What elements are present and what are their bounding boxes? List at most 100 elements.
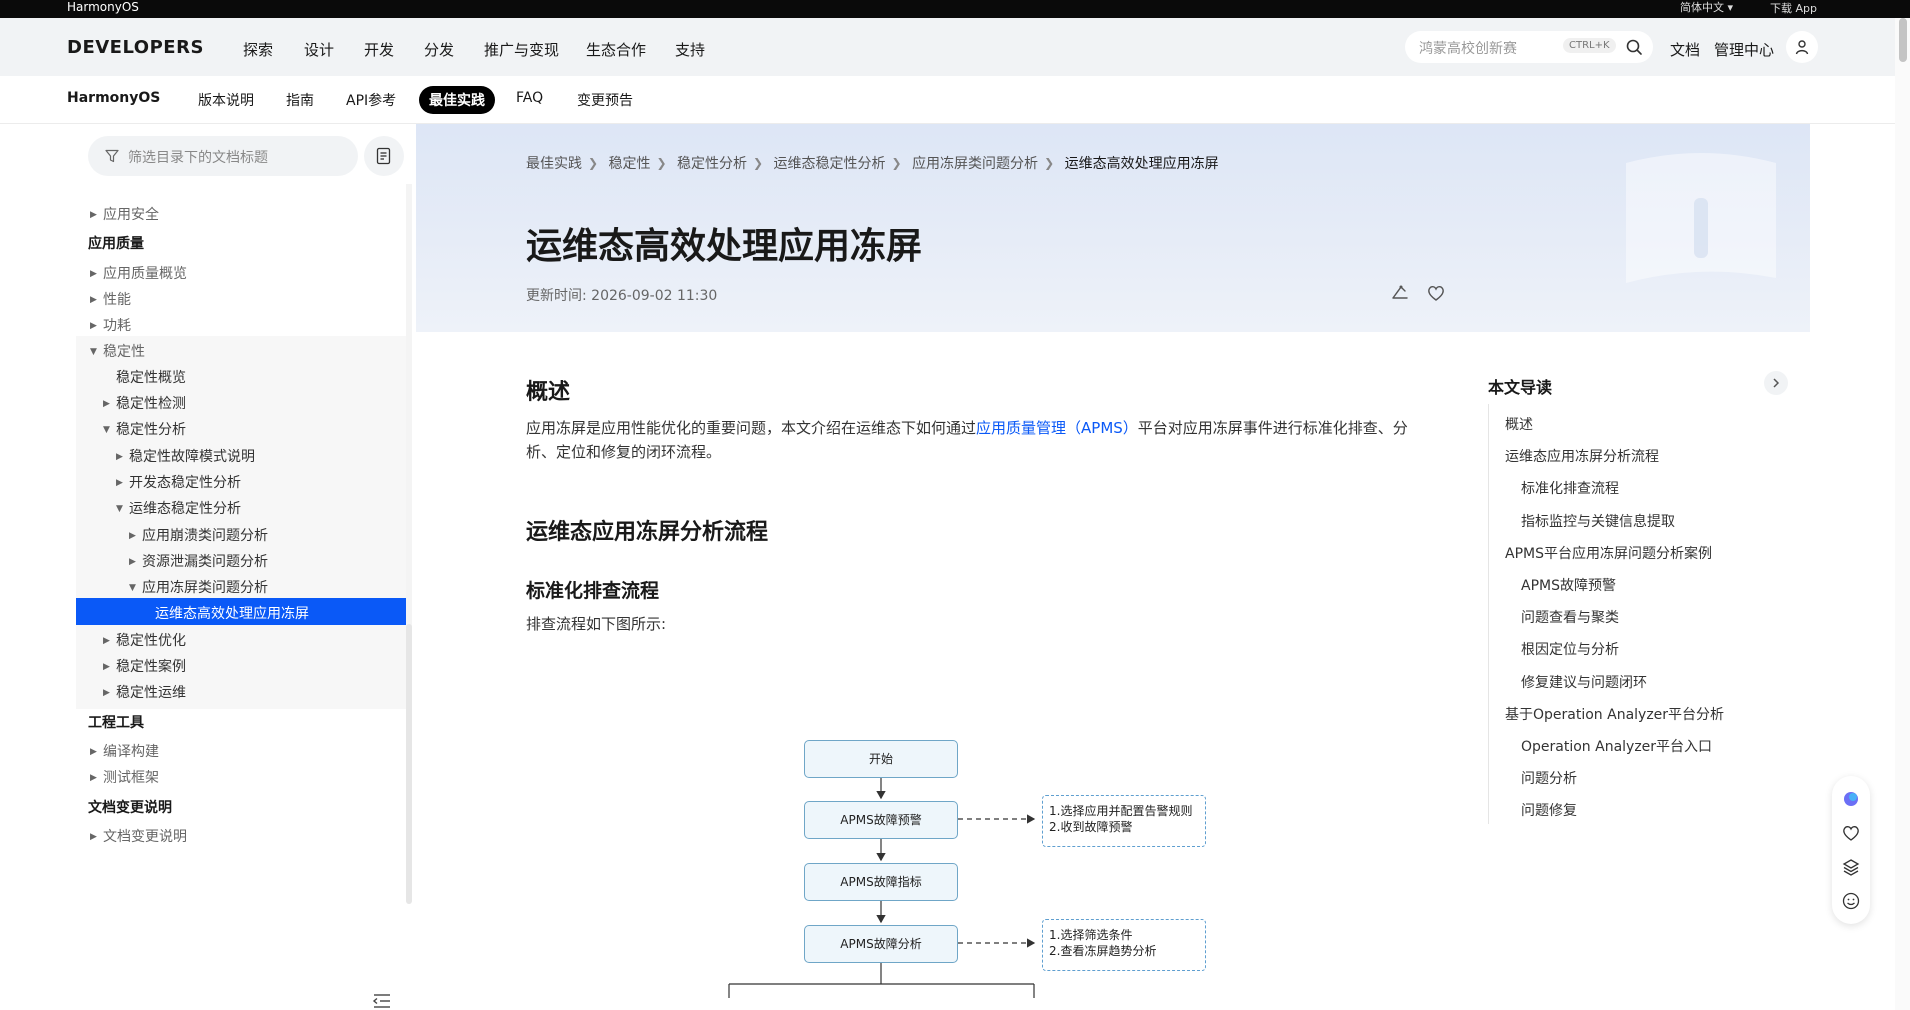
caret-right-icon[interactable]: ▶: [90, 199, 97, 231]
nav-item-design[interactable]: 设计: [304, 39, 334, 60]
flow-node-start: 开始: [804, 740, 958, 778]
sidebar-filter[interactable]: 筛选目录下的文档标题: [88, 136, 358, 176]
flow-intro-text: 排查流程如下图所示:: [526, 615, 667, 633]
sidebar-item-label: 文档变更说明: [103, 829, 187, 845]
troubleshooting-flowchart: 开始 APMS故障预警 APMS故障指标 APMS故障分析 1.选择应用并配置告…: [720, 730, 1220, 1010]
updated-time: 更新时间: 2026-09-02 11:30: [526, 288, 718, 304]
toc-item[interactable]: 基于Operation Analyzer平台分析: [1505, 704, 1724, 724]
overview-text: 应用冻屏是应用性能优化的重要问题，本文介绍在运维态下如何通过: [526, 419, 977, 437]
toc-item[interactable]: 修复建议与问题闭环: [1521, 672, 1647, 692]
product-subnav: HarmonyOS 版本说明 指南 API参考 最佳实践 FAQ 变更预告: [0, 76, 1895, 124]
sidebar-item[interactable]: ▶ 稳定性运维: [76, 677, 406, 709]
developers-logo[interactable]: DEVELOPERS: [67, 37, 204, 58]
toc-mode-button[interactable]: [364, 136, 404, 176]
page-scrollbar[interactable]: [1895, 18, 1910, 1010]
flow-note-line: 1.选择筛选条件: [1049, 928, 1133, 942]
sidebar-item-label: 稳定性运维: [116, 685, 186, 701]
sidebar-scrollbar[interactable]: [406, 184, 412, 904]
nav-item-explore[interactable]: 探索: [243, 39, 273, 60]
caret-right-icon[interactable]: ▶: [90, 762, 97, 794]
download-app-link[interactable]: 下载 App: [1770, 2, 1817, 16]
toc-title: 本文导读: [1488, 378, 1553, 397]
nav-item-support[interactable]: 支持: [675, 39, 705, 60]
toc-item[interactable]: 根因定位与分析: [1521, 639, 1619, 659]
page-title: 运维态高效处理应用冻屏: [526, 226, 923, 267]
harmonyos-brand[interactable]: HarmonyOS: [67, 0, 139, 14]
user-icon: [1795, 40, 1809, 55]
toc-toggle-button[interactable]: [1764, 371, 1788, 395]
collapse-sidebar-icon[interactable]: [372, 992, 392, 1010]
document-list-icon: [376, 147, 391, 165]
filter-input[interactable]: 筛选目录下的文档标题: [128, 147, 268, 167]
toc-item[interactable]: 问题修复: [1521, 800, 1577, 820]
search-input[interactable]: 鸿蒙高校创新赛: [1419, 38, 1517, 58]
toc-item[interactable]: APMS平台应用冻屏问题分析案例: [1505, 543, 1712, 563]
breadcrumb-item[interactable]: 运维态稳定性分析: [774, 153, 886, 173]
search-shortcut: CTRL+K: [1563, 38, 1616, 53]
nav-item-develop[interactable]: 开发: [364, 39, 394, 60]
search-box[interactable]: 鸿蒙高校创新赛 CTRL+K: [1405, 31, 1653, 63]
overview-heading: 概述: [526, 380, 571, 405]
sidebar-item-label: 测试框架: [103, 770, 159, 786]
breadcrumb-item[interactable]: 最佳实践: [526, 153, 582, 173]
toc-item[interactable]: APMS故障预警: [1521, 575, 1616, 595]
docs-link[interactable]: 文档: [1670, 39, 1700, 60]
apms-link[interactable]: 应用质量管理（APMS）: [976, 419, 1138, 437]
nav-item-ecosystem[interactable]: 生态合作: [586, 39, 646, 60]
toc-item[interactable]: Operation Analyzer平台入口: [1521, 736, 1712, 756]
overview-paragraph: 应用冻屏是应用性能优化的重要问题，本文介绍在运维态下如何通过应用质量管理（APM…: [526, 416, 1426, 464]
search-icon[interactable]: [1625, 38, 1643, 56]
feedback-heart-icon[interactable]: [1842, 824, 1860, 842]
tab-release-notes[interactable]: 版本说明: [198, 90, 254, 110]
sidebar-item[interactable]: ▶ 文档变更说明: [76, 821, 406, 853]
breadcrumb-current: 运维态高效处理应用冻屏: [1064, 156, 1219, 172]
sidebar-item[interactable]: ▶ 应用安全: [76, 199, 406, 231]
breadcrumb: 最佳实践 ❯ 稳定性 ❯ 稳定性分析 ❯ 运维态稳定性分析 ❯ 应用冻屏类问题分析 ❯ 运…: [526, 153, 1219, 173]
breadcrumb-item[interactable]: 应用冻屏类问题分析: [912, 153, 1038, 173]
caret-right-icon[interactable]: ▶: [90, 821, 97, 853]
share-icon[interactable]: [1390, 283, 1410, 303]
toc-item[interactable]: 问题分析: [1521, 768, 1577, 788]
console-link[interactable]: 管理中心: [1714, 39, 1774, 60]
smile-feedback-icon[interactable]: [1842, 892, 1860, 910]
product-name[interactable]: HarmonyOS: [67, 90, 160, 106]
user-avatar-button[interactable]: [1786, 31, 1818, 63]
top-bar: HarmonyOS 简体中文 ▾ 下载 App: [0, 0, 1910, 18]
toc-item[interactable]: 概述: [1505, 414, 1533, 434]
book-illustration-icon: [1626, 153, 1776, 283]
standard-flow-heading: 标准化排查流程: [526, 580, 660, 602]
toc-item[interactable]: 问题查看与聚类: [1521, 607, 1619, 627]
tab-api-reference[interactable]: API参考: [346, 90, 396, 110]
sidebar-item-label: 文档变更说明: [88, 800, 172, 816]
sidebar-section-heading[interactable]: 工程工具: [76, 707, 406, 739]
toc-rail: [1488, 404, 1489, 824]
article-header: 最佳实践 ❯ 稳定性 ❯ 稳定性分析 ❯ 运维态稳定性分析 ❯ 应用冻屏类问题分析 ❯ 运…: [416, 124, 1810, 332]
breadcrumb-item[interactable]: 稳定性分析: [677, 153, 747, 173]
doc-sidebar: 筛选目录下的文档标题 ▶ 应用安全 应用质量 ▶ 应用质量概览 ▶ 性能 ▶ 功耗 ▼ 稳定性 稳定性…: [76, 124, 416, 1010]
caret-right-icon[interactable]: ▶: [103, 677, 110, 709]
language-switcher[interactable]: 简体中文 ▾: [1680, 1, 1733, 15]
chevron-right-icon: [1773, 378, 1780, 388]
flow-note-line: 2.收到故障预警: [1049, 820, 1133, 834]
flow-note-alert: 1.选择应用并配置告警规则 2.收到故障预警: [1042, 795, 1206, 847]
sidebar-item-label: 工程工具: [88, 715, 144, 731]
tab-faq[interactable]: FAQ: [516, 90, 543, 106]
filter-icon: [105, 149, 119, 163]
flow-note-line: 2.查看冻屏趋势分析: [1049, 944, 1157, 958]
ai-assistant-icon[interactable]: [1842, 790, 1860, 808]
favorite-heart-icon[interactable]: [1426, 283, 1446, 303]
breadcrumb-item[interactable]: 稳定性: [609, 153, 651, 173]
toc-item[interactable]: 标准化排查流程: [1521, 478, 1619, 498]
layers-icon[interactable]: [1842, 858, 1860, 876]
nav-item-promotion[interactable]: 推广与变现: [484, 39, 559, 60]
sidebar-item[interactable]: ▶ 测试框架: [76, 762, 406, 794]
sidebar-section-heading[interactable]: 应用质量: [76, 228, 406, 260]
tab-change-preview[interactable]: 变更预告: [577, 90, 633, 110]
tab-guide[interactable]: 指南: [286, 90, 314, 110]
toc-item[interactable]: 运维态应用冻屏分析流程: [1505, 446, 1659, 466]
sidebar-section-heading[interactable]: 文档变更说明: [76, 792, 406, 824]
toc-item[interactable]: 指标监控与关键信息提取: [1521, 511, 1675, 531]
tab-best-practices[interactable]: 最佳实践: [419, 86, 495, 114]
flow-node-apms-alert: APMS故障预警: [804, 801, 958, 839]
nav-item-distribute[interactable]: 分发: [424, 39, 454, 60]
